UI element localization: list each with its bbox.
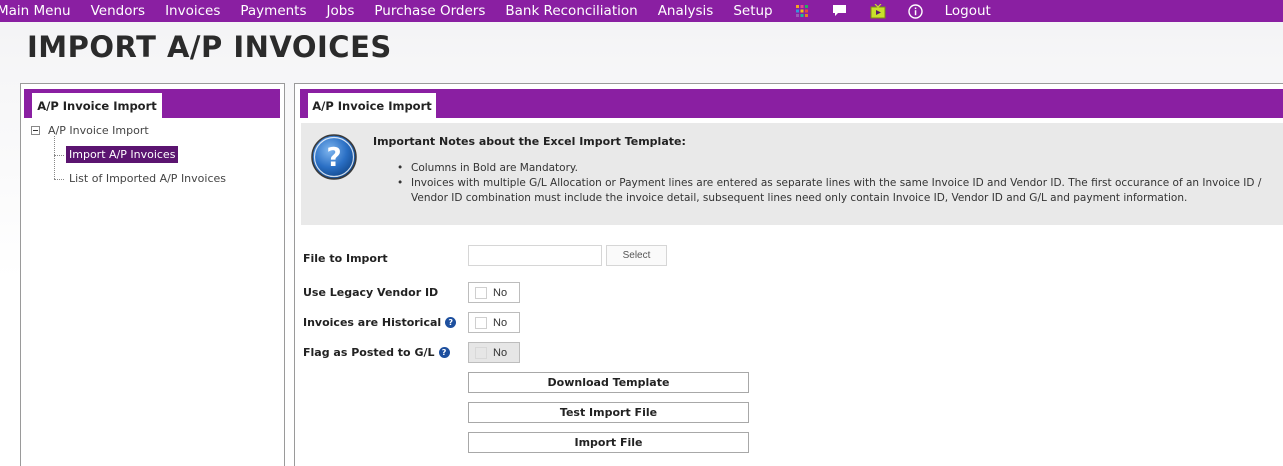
nav-payments[interactable]: Payments [230,0,316,22]
top-nav-bar: Main Menu Vendors Invoices Payments Jobs… [0,0,1283,22]
nav-jobs[interactable]: Jobs [317,0,365,22]
help-icon[interactable]: ? [445,317,457,328]
import-notes-box: ? Important Notes about the Excel Import… [301,123,1283,225]
checkbox-icon [475,346,487,359]
notes-list: Columns in Bold are Mandatory. Invoices … [397,161,1281,206]
checkbox-value: No [493,286,508,299]
checkbox-value: No [493,346,508,359]
flag-posted-gl-text: Flag as Posted to G/L [303,346,435,359]
left-tab-bar: A/P Invoice Import [24,89,280,118]
help-icon[interactable]: ? [438,347,450,358]
tree-connector [54,179,64,180]
nav-vendors[interactable]: Vendors [81,0,155,22]
tree-item-list-imported-invoices[interactable]: List of Imported A/P Invoices [66,170,229,187]
note-item: Invoices with multiple G/L Allocation or… [397,176,1281,206]
question-icon: ? [310,133,358,184]
nav-purchase-orders[interactable]: Purchase Orders [364,0,495,22]
select-file-button[interactable]: Select [606,245,667,266]
checkbox-value: No [493,316,508,329]
tree-connector [54,136,55,179]
file-to-import-input[interactable] [468,245,602,266]
nav-invoices[interactable]: Invoices [155,0,230,22]
import-form-panel: A/P Invoice Import ? Important Notes abo… [294,83,1283,466]
file-to-import-label: File to Import [303,252,388,265]
tv-icon[interactable] [867,0,889,22]
checkbox-icon [475,286,487,299]
collapse-icon[interactable] [31,126,40,135]
import-file-button[interactable]: Import File [468,432,749,453]
note-item: Columns in Bold are Mandatory. [397,161,1281,176]
invoices-historical-checkbox[interactable]: No [468,312,520,333]
tree-root-label: A/P Invoice Import [48,124,149,137]
use-legacy-vendor-id-label: Use Legacy Vendor ID [303,286,439,299]
notes-heading: Important Notes about the Excel Import T… [373,135,686,148]
chat-icon[interactable] [829,0,851,22]
use-legacy-vendor-id-checkbox[interactable]: No [468,282,520,303]
test-import-file-button[interactable]: Test Import File [468,402,749,423]
tab-ap-invoice-import-left[interactable]: A/P Invoice Import [32,93,162,118]
tree-root-node[interactable]: A/P Invoice Import [31,124,149,137]
nav-setup[interactable]: Setup [723,0,782,22]
download-template-button[interactable]: Download Template [468,372,749,393]
flag-posted-gl-label: Flag as Posted to G/L ? [303,346,450,359]
tree-item-import-ap-invoices[interactable]: Import A/P Invoices [66,146,179,163]
page-title: IMPORT A/P INVOICES [27,30,392,64]
info-icon[interactable] [905,0,927,22]
flag-posted-gl-checkbox[interactable]: No [468,342,520,363]
nav-analysis[interactable]: Analysis [648,0,724,22]
tab-ap-invoice-import[interactable]: A/P Invoice Import [308,93,436,118]
nav-bank-reconciliation[interactable]: Bank Reconciliation [495,0,647,22]
checkbox-icon [475,316,487,329]
invoices-historical-text: Invoices are Historical [303,316,442,329]
nav-logout[interactable]: Logout [935,0,1001,22]
tree-connector [54,155,64,156]
nav-main-menu[interactable]: Main Menu [0,0,81,22]
svg-text:?: ? [326,143,341,173]
left-tree-panel: A/P Invoice Import A/P Invoice Import Im… [20,83,285,466]
invoices-historical-label: Invoices are Historical ? [303,316,457,329]
right-tab-bar: A/P Invoice Import [300,89,1283,118]
apps-grid-icon[interactable] [791,0,813,22]
